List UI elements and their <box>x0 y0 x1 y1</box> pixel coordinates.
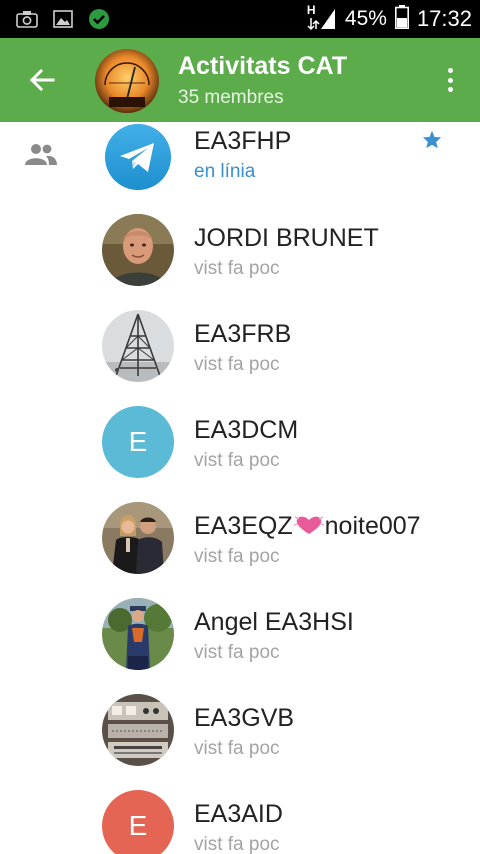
photo-man-portrait-icon <box>102 214 174 286</box>
member-name: EA3DCM <box>194 416 299 444</box>
member-name: EA3GVB <box>194 704 295 732</box>
member-status: en línia <box>194 161 256 182</box>
member-row[interactable]: EA3EQZ noite007 vist fa poc <box>0 502 480 598</box>
member-avatar <box>102 310 174 382</box>
photo-man-outdoors-icon <box>102 598 174 670</box>
photo-radio-equipment-icon <box>102 694 174 766</box>
member-row[interactable]: JORDI BRUNET vist fa poc <box>0 214 480 310</box>
member-name-suffix: noite007 <box>324 512 421 540</box>
photo-antenna-tower-icon <box>102 310 174 382</box>
signal-icon: H <box>307 3 337 33</box>
member-row[interactable]: EA3FRB vist fa poc <box>0 310 480 406</box>
chat-title[interactable]: Activitats CAT <box>178 52 347 81</box>
member-name: EA3FRB <box>194 320 292 348</box>
arrow-back-icon <box>29 68 55 92</box>
member-status: vist fa poc <box>194 354 280 375</box>
member-name: Angel EA3HSI <box>194 608 354 636</box>
member-row[interactable]: E EA3AID vist fa poc <box>0 790 480 854</box>
battery-percent: 45% <box>344 7 387 30</box>
photo-couple-icon <box>102 502 174 574</box>
member-avatar: E <box>102 790 174 854</box>
avatar-initial: E <box>128 810 148 841</box>
member-count: 35 membres <box>178 87 284 108</box>
back-button[interactable] <box>22 60 62 100</box>
member-row[interactable]: Angel EA3HSI vist fa poc <box>0 598 480 694</box>
battery-icon <box>394 4 409 34</box>
member-avatar <box>102 598 174 670</box>
member-status: vist fa poc <box>194 258 280 279</box>
member-row[interactable]: E EA3DCM vist fa poc <box>0 406 480 502</box>
member-name: EA3FHP <box>194 127 292 155</box>
member-row[interactable]: EA3GVB vist fa poc <box>0 694 480 790</box>
clock: 17:32 <box>416 6 472 31</box>
member-status: vist fa poc <box>194 834 280 854</box>
more-options-button[interactable] <box>440 62 460 98</box>
member-avatar: E <box>102 406 174 478</box>
admin-star-icon <box>422 130 442 154</box>
member-name: JORDI BRUNET <box>194 224 379 252</box>
member-avatar <box>102 502 174 574</box>
member-status: vist fa poc <box>194 738 280 759</box>
gallery-icon <box>52 8 74 30</box>
telegram-logo-icon <box>105 124 171 190</box>
member-status: vist fa poc <box>194 546 280 567</box>
group-avatar[interactable] <box>95 49 159 113</box>
member-name: EA3EQZ noite007 <box>194 512 421 543</box>
check-icon <box>88 8 110 30</box>
member-row[interactable]: EA3FHP en línia <box>0 122 480 218</box>
heart-emoji-icon <box>293 514 324 543</box>
status-bar: H 45% 17:32 <box>0 0 480 38</box>
members-list[interactable]: EA3FHP en línia JORDI BRUNET vist fa poc… <box>0 122 480 854</box>
member-status: vist fa poc <box>194 642 280 663</box>
avatar-initial: E <box>128 426 148 457</box>
member-avatar <box>105 124 171 190</box>
member-name-prefix: EA3EQZ <box>194 512 293 540</box>
member-name: EA3AID <box>194 800 283 828</box>
screenshot-icon <box>16 8 38 30</box>
member-status: vist fa poc <box>194 450 280 471</box>
member-avatar <box>102 214 174 286</box>
app-bar: Activitats CAT 35 membres <box>0 38 480 122</box>
member-avatar <box>102 694 174 766</box>
